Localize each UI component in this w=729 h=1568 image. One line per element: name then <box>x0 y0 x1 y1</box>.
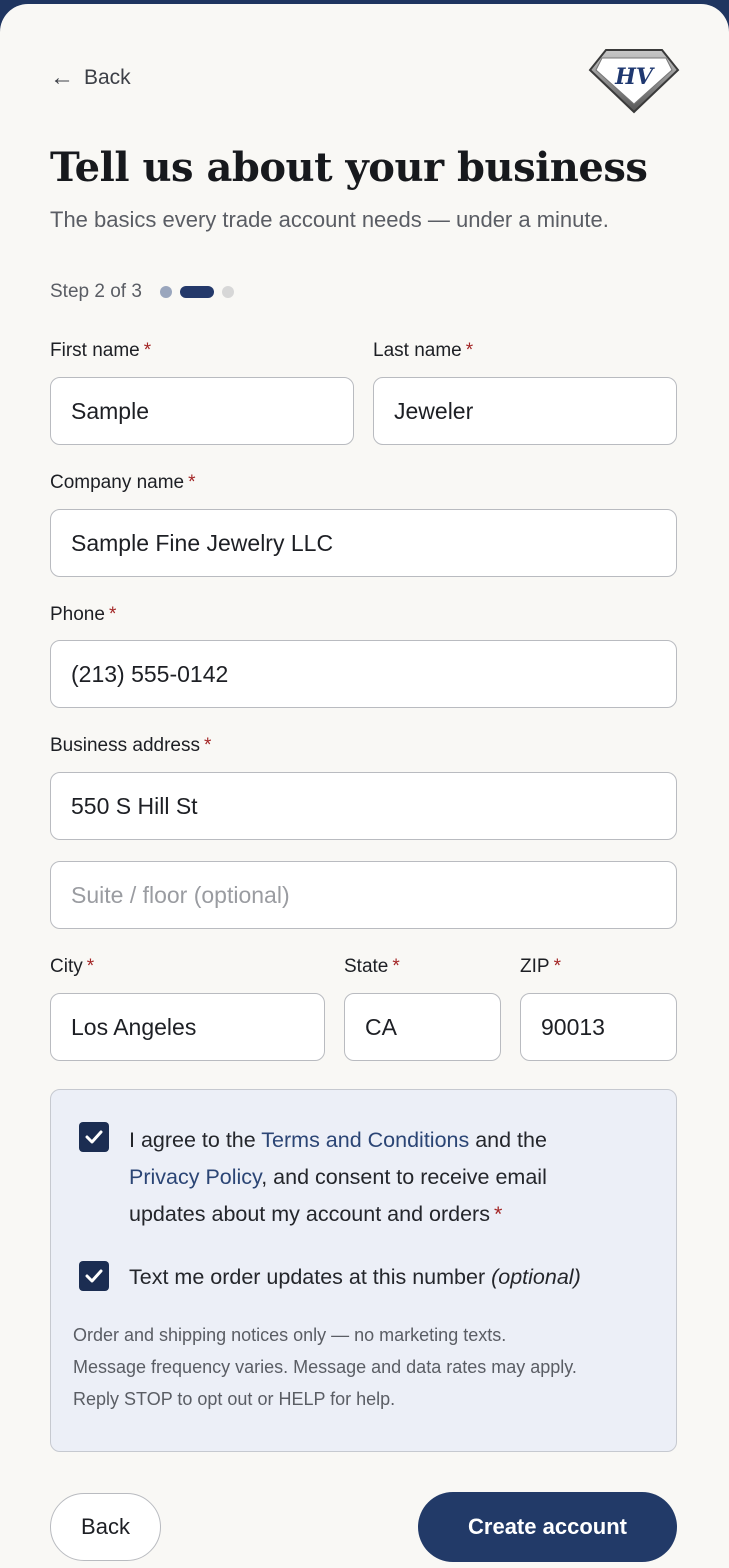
state-field[interactable]: CA <box>344 993 501 1061</box>
terms-link[interactable]: Terms and Conditions <box>261 1128 469 1152</box>
page-subtitle: The basics every trade account needs — u… <box>50 207 609 232</box>
sms-checkbox[interactable] <box>79 1261 109 1291</box>
required-mark: * <box>465 340 474 361</box>
business-address-label: Business address * <box>50 735 212 756</box>
consent-panel: I agree to the Terms and Conditions and … <box>50 1089 677 1452</box>
required-mark: * <box>143 340 152 361</box>
company-name-label: Company name * <box>50 472 196 493</box>
diamond-logo-icon: HV <box>588 49 680 114</box>
step-label: Step 2 of 3 <box>50 281 142 302</box>
last-name-label: Last name * <box>373 340 474 361</box>
sms-consent-text: Text me order updates at this number (op… <box>129 1265 581 1289</box>
required-mark: * <box>188 472 196 493</box>
city-label: City * <box>50 956 95 977</box>
create-account-button[interactable]: Create account <box>418 1492 677 1562</box>
suite-field[interactable]: Suite / floor (optional) <box>50 861 677 929</box>
optional-tag: (optional) <box>491 1265 581 1289</box>
privacy-link[interactable]: Privacy Policy <box>129 1165 261 1189</box>
first-name-label: First name * <box>50 340 152 361</box>
phone-label: Phone * <box>50 604 117 625</box>
state-label: State * <box>344 956 400 977</box>
step-dot-2 <box>179 286 214 298</box>
checkmark-icon <box>85 1130 103 1144</box>
required-mark: * <box>86 956 95 977</box>
terms-checkbox[interactable] <box>79 1122 109 1152</box>
required-mark: * <box>392 956 400 977</box>
company-name-field[interactable]: Sample Fine Jewelry LLC <box>50 509 677 577</box>
zip-label: ZIP * <box>520 956 561 977</box>
address-field[interactable]: 550 S Hill St <box>50 772 677 840</box>
required-mark: * <box>203 735 212 756</box>
back-link[interactable]: ← Back <box>50 66 131 90</box>
city-field[interactable]: Los Angeles <box>50 993 325 1061</box>
last-name-field[interactable]: Jeweler <box>373 377 677 445</box>
step-dot-3 <box>221 286 234 298</box>
sms-fineprint: Order and shipping notices only — no mar… <box>73 1325 577 1409</box>
phone-field[interactable]: (213) 555-0142 <box>50 640 677 708</box>
arrow-left-icon: ← <box>50 64 74 91</box>
step-dots <box>159 286 234 298</box>
step-indicator: Step 2 of 3 <box>50 281 234 303</box>
terms-consent-text: I agree to the Terms and Conditions and … <box>129 1128 547 1226</box>
zip-field[interactable]: 90013 <box>520 993 677 1061</box>
back-link-label: Back <box>84 66 131 89</box>
required-mark: * <box>108 604 117 625</box>
required-mark: * <box>553 956 561 977</box>
logo-monogram: HV <box>614 64 655 90</box>
first-name-field[interactable]: Sample <box>50 377 354 445</box>
step-dot-1 <box>159 286 172 298</box>
required-mark: * <box>493 1202 503 1226</box>
back-button[interactable]: Back <box>50 1493 161 1561</box>
page-title: Tell us about your business <box>50 144 648 191</box>
checkmark-icon <box>85 1269 103 1283</box>
form-sheet: ← Back HV Tell us about your business Th… <box>0 4 729 1568</box>
